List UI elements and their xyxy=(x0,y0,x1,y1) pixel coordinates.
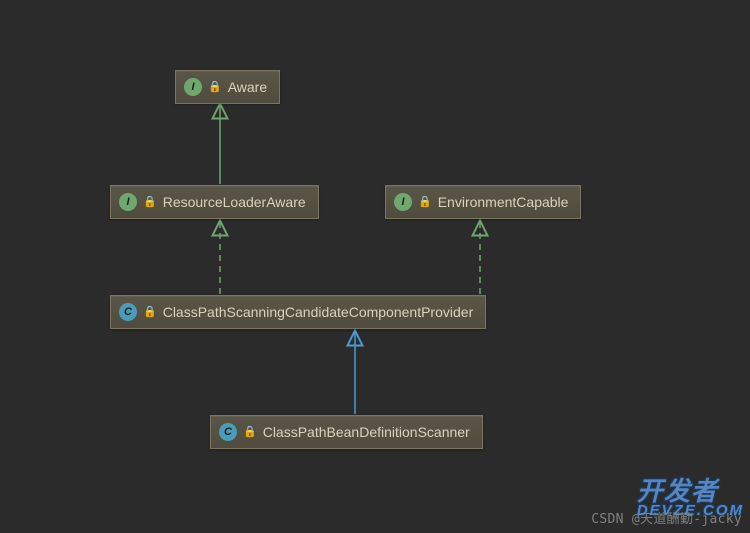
lock-icon: 🔒 xyxy=(143,197,157,208)
node-label: ClassPathScanningCandidateComponentProvi… xyxy=(163,304,474,320)
lock-icon: 🔒 xyxy=(208,82,222,93)
lock-icon: 🔒 xyxy=(143,307,157,318)
node-environment-capable[interactable]: I 🔒 EnvironmentCapable xyxy=(385,185,581,219)
interface-icon: I xyxy=(184,78,202,96)
node-aware[interactable]: I 🔒 Aware xyxy=(175,70,280,104)
lock-icon: 🔒 xyxy=(418,197,432,208)
class-icon: C xyxy=(119,303,137,321)
interface-icon: I xyxy=(119,193,137,211)
csdn-watermark: CSDN @天道酬勤-jacky xyxy=(591,508,742,527)
node-label: ClassPathBeanDefinitionScanner xyxy=(263,424,470,440)
connector-layer xyxy=(0,0,750,533)
node-resource-loader-aware[interactable]: I 🔒 ResourceLoaderAware xyxy=(110,185,319,219)
node-classpath-scanning-candidate-component-provider[interactable]: C 🔒 ClassPathScanningCandidateComponentP… xyxy=(110,295,486,329)
interface-icon: I xyxy=(394,193,412,211)
class-hierarchy-diagram: I 🔒 Aware I 🔒 ResourceLoaderAware I 🔒 En… xyxy=(0,0,750,533)
node-label: Aware xyxy=(228,79,267,95)
node-classpath-bean-definition-scanner[interactable]: C 🔒 ClassPathBeanDefinitionScanner xyxy=(210,415,483,449)
lock-icon: 🔒 xyxy=(243,427,257,438)
node-label: ResourceLoaderAware xyxy=(163,194,306,210)
node-label: EnvironmentCapable xyxy=(438,194,569,210)
class-icon: C xyxy=(219,423,237,441)
